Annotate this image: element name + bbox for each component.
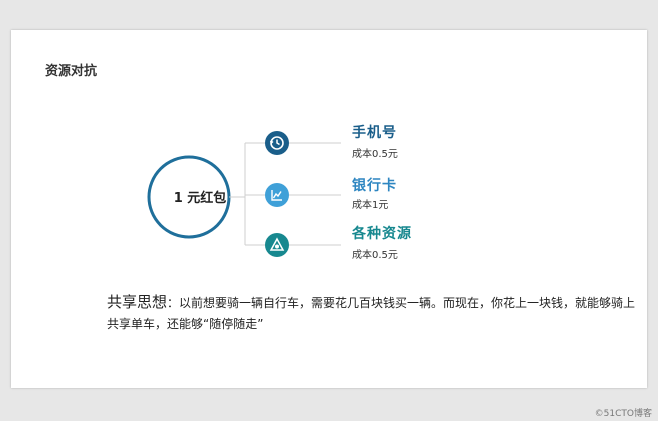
center-label: 1 元红包: [173, 191, 227, 206]
share-text: ：以前想要骑一辆自行车，需要花几百块钱买一辆。而现在，你花上一块钱，就能够骑上共…: [107, 296, 636, 331]
watermark: ©51CTO博客: [594, 409, 652, 419]
chart-icon: [265, 183, 289, 207]
share-heading: 共享思想: [107, 293, 168, 311]
item-cost-bankcard: 成本1元: [352, 200, 389, 211]
item-cost-phone: 成本0.5元: [352, 149, 398, 160]
item-cost-resources: 成本0.5元: [352, 250, 398, 261]
triangle-icon: [265, 233, 289, 257]
slide: 资源对抗 1 元红包 手机号 成本0.5元 银行卡 成本1元 各种资源 成本0.…: [11, 30, 647, 388]
item-name-phone: 手机号: [352, 125, 397, 141]
item-name-resources: 各种资源: [352, 226, 412, 242]
history-clock-icon: [265, 131, 289, 155]
item-name-bankcard: 银行卡: [352, 178, 397, 194]
share-paragraph: 共享思想：以前想要骑一辆自行车，需要花几百块钱买一辆。而现在，你花上一块钱，就能…: [107, 292, 637, 335]
